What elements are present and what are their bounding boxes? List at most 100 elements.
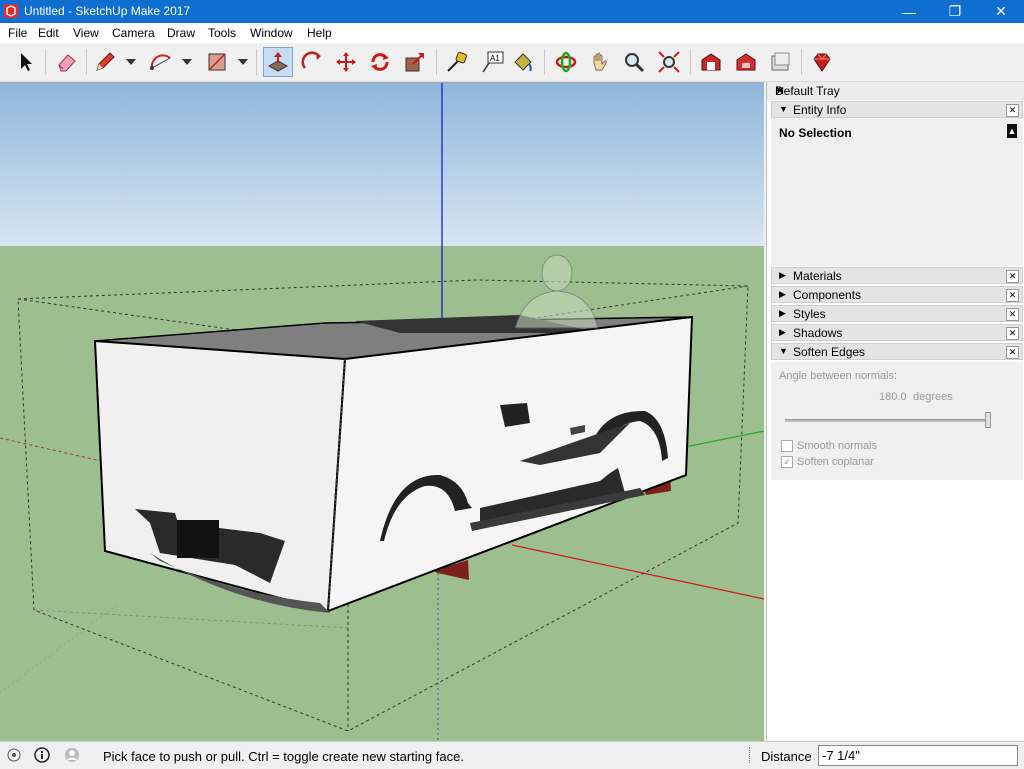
panel-soften-edges[interactable]: ▼ Soften Edges ✕ — [771, 343, 1023, 360]
select-tool-button[interactable] — [11, 47, 41, 77]
orbit-tool-button[interactable] — [551, 47, 581, 77]
paint-bucket-icon — [514, 53, 532, 72]
close-icon[interactable]: ✕ — [1006, 346, 1019, 359]
panel-materials[interactable]: ▶ Materials ✕ — [771, 267, 1023, 284]
measurements-label: Distance — [761, 749, 812, 764]
entity-info-content: No Selection ▲ — [771, 118, 1023, 266]
rotate-tool-button[interactable] — [365, 47, 395, 77]
sketchup-logo-icon — [4, 4, 18, 18]
zoom-tool-button[interactable] — [619, 47, 649, 77]
layout-icon — [771, 52, 790, 71]
panel-shadows[interactable]: ▶ Shadows ✕ — [771, 324, 1023, 341]
menu-bar: File Edit View Camera Draw Tools Window … — [0, 23, 1024, 43]
angle-slider-thumb[interactable] — [985, 412, 991, 428]
menu-window[interactable]: Window — [250, 26, 293, 40]
menu-view[interactable]: View — [73, 26, 99, 40]
ruby-gem-icon — [813, 53, 831, 72]
scale-icon — [405, 53, 424, 72]
eraser-icon — [58, 54, 76, 72]
toolbar-separator — [436, 49, 437, 75]
license-plate-area — [177, 520, 219, 558]
zoom-extents-icon — [658, 51, 680, 73]
user-account-icon[interactable] — [64, 747, 80, 763]
angle-label: Angle between normals: — [779, 370, 898, 382]
close-icon[interactable]: ✕ — [1006, 308, 1019, 321]
extension-warehouse-button[interactable] — [731, 47, 761, 77]
panel-styles[interactable]: ▶ Styles ✕ — [771, 305, 1023, 322]
scene-canvas[interactable] — [0, 83, 764, 741]
close-icon[interactable]: ✕ — [1006, 104, 1019, 117]
rotate-icon — [371, 53, 389, 71]
info-icon[interactable] — [34, 747, 50, 763]
tray-title-bar: Default Tray ⏶ ✕ — [767, 82, 1024, 100]
sky — [0, 83, 764, 246]
move-icon — [336, 52, 356, 72]
tape-measure-icon — [447, 51, 468, 72]
close-icon[interactable]: ✕ — [1006, 327, 1019, 340]
menu-tools[interactable]: Tools — [208, 26, 236, 40]
arc-tool-button[interactable] — [146, 47, 176, 77]
zoom-extents-tool-button[interactable] — [654, 47, 684, 77]
check-icon: ✓ — [783, 457, 791, 467]
close-icon[interactable]: ✕ — [1006, 289, 1019, 302]
menu-camera[interactable]: Camera — [112, 26, 155, 40]
toolbar-separator — [86, 49, 87, 75]
paint-bucket-tool-button[interactable] — [508, 47, 538, 77]
smooth-normals-label: Smooth normals — [797, 440, 878, 452]
soften-coplanar-checkbox[interactable]: ✓ — [781, 456, 793, 468]
extension-manager-button[interactable] — [807, 47, 837, 77]
title-bar: Untitled - SketchUp Make 2017 — ❐ ✕ — [0, 0, 1024, 23]
tape-measure-tool-button[interactable] — [442, 47, 472, 77]
close-icon[interactable]: ✕ — [1006, 270, 1019, 283]
scale-tool-button[interactable] — [400, 47, 430, 77]
panel-entity-info-label: Entity Info — [793, 103, 847, 117]
3d-warehouse-button[interactable] — [696, 47, 726, 77]
orbit-icon — [555, 51, 577, 73]
toolbar-separator — [801, 49, 802, 75]
magnifier-icon — [625, 53, 645, 73]
minimize-button[interactable]: — — [886, 0, 932, 23]
pan-tool-button[interactable] — [585, 47, 615, 77]
push-pull-icon — [267, 52, 289, 72]
rectangle-dropdown-arrow[interactable] — [238, 59, 248, 65]
geo-location-icon[interactable] — [6, 747, 22, 763]
angle-slider-track[interactable] — [785, 419, 989, 422]
close-icon: ✕ — [995, 3, 1007, 19]
toggle-details-icon[interactable]: ▲ — [1007, 124, 1017, 138]
extension-warehouse-icon — [736, 53, 756, 71]
default-tray: Default Tray ⏶ ✕ ▼ Entity Info ✕ No Sele… — [766, 82, 1024, 740]
menu-draw[interactable]: Draw — [167, 26, 195, 40]
text-tool-button[interactable]: A1 — [477, 47, 507, 77]
tray-close-icon[interactable]: ✕ — [775, 84, 1021, 98]
panel-materials-label: Materials — [793, 269, 842, 283]
layout-button[interactable] — [765, 47, 795, 77]
rectangle-icon — [208, 53, 226, 71]
pencil-dropdown-arrow[interactable] — [126, 59, 136, 65]
pencil-tool-button[interactable] — [90, 47, 120, 77]
angle-value: 180.0 — [879, 391, 907, 403]
arc-dropdown-arrow[interactable] — [182, 59, 192, 65]
menu-file[interactable]: File — [8, 26, 27, 40]
follow-me-icon — [301, 51, 321, 69]
pencil-icon — [96, 52, 115, 71]
maximize-button[interactable]: ❐ — [932, 0, 978, 23]
measurements-input[interactable] — [818, 745, 1018, 766]
push-pull-tool-button[interactable] — [263, 47, 293, 77]
panel-entity-info[interactable]: ▼ Entity Info ✕ — [771, 101, 1023, 118]
rectangle-tool-button[interactable] — [202, 47, 232, 77]
move-tool-button[interactable] — [331, 47, 361, 77]
close-button[interactable]: ✕ — [978, 0, 1024, 23]
panel-styles-label: Styles — [793, 307, 826, 321]
menu-edit[interactable]: Edit — [38, 26, 59, 40]
smooth-normals-checkbox[interactable] — [781, 440, 793, 452]
toolbar-separator — [256, 49, 257, 75]
svg-text:A1: A1 — [490, 54, 500, 63]
toolbar-separator — [544, 49, 545, 75]
eraser-tool-button[interactable] — [52, 47, 82, 77]
menu-help[interactable]: Help — [307, 26, 332, 40]
getting-started-toolbar: A1 — [0, 43, 1024, 82]
3d-viewport[interactable] — [0, 82, 764, 741]
panel-components[interactable]: ▶ Components ✕ — [771, 286, 1023, 303]
toolbar-separator — [690, 49, 691, 75]
follow-me-tool-button[interactable] — [298, 47, 328, 77]
